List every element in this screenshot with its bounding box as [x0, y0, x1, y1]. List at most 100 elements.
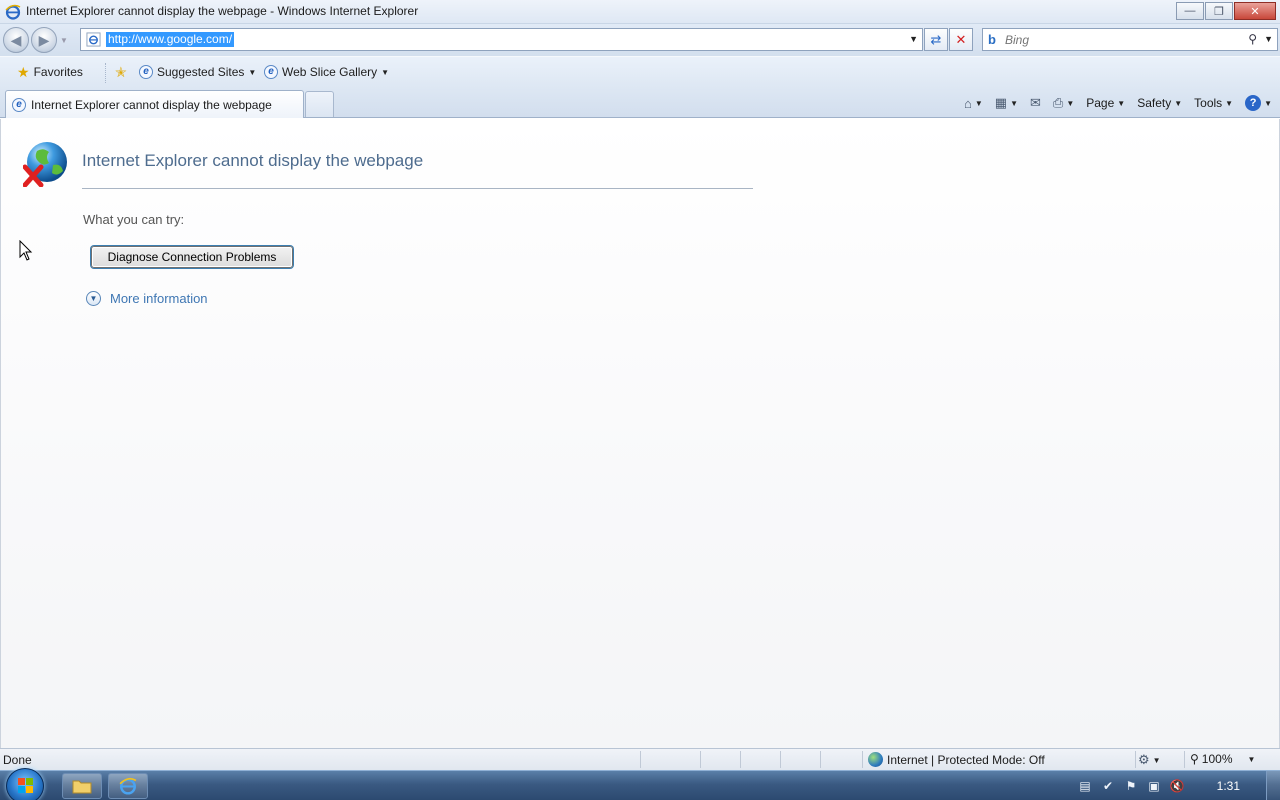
separator: [820, 751, 821, 768]
address-bar[interactable]: http://www.google.com/ ▼: [80, 28, 923, 51]
separator: [105, 63, 106, 83]
globe-error-icon: [23, 142, 67, 187]
separator: [780, 751, 781, 768]
recent-pages-dropdown[interactable]: ▼: [60, 36, 68, 45]
bing-icon: b: [988, 32, 996, 47]
minimize-icon[interactable]: —: [1176, 2, 1204, 20]
separator: [1184, 751, 1185, 768]
action-center-flag-icon[interactable]: ⚑: [1123, 778, 1139, 794]
mouse-pointer-icon: [19, 240, 33, 261]
more-information-label: More information: [110, 291, 208, 306]
feeds-button[interactable]: ▦ ▼: [995, 95, 1018, 111]
mail-button[interactable]: ✉: [1030, 95, 1041, 111]
safety-menu-label: Safety: [1137, 96, 1172, 110]
internet-zone-icon: [868, 752, 883, 767]
help-icon: ?: [1245, 95, 1262, 111]
search-box[interactable]: b ⚲ ▼: [982, 28, 1278, 51]
window-controls: — ❐ ✕: [1176, 2, 1276, 20]
chevron-down-icon: ▼: [248, 67, 257, 77]
windows-logo-icon: [18, 778, 33, 793]
forward-arrow-icon: ▶: [38, 31, 50, 48]
status-bar: Done Internet | Protected Mode: Off ⚙ ▼ …: [0, 748, 1280, 770]
address-url[interactable]: http://www.google.com/: [106, 32, 235, 47]
stop-icon: ✕: [955, 31, 967, 47]
show-desktop-button[interactable]: [1266, 771, 1280, 800]
tab-label: Internet Explorer cannot display the web…: [31, 97, 272, 112]
chevron-down-icon: ▼: [1117, 98, 1126, 108]
security-zone[interactable]: Internet | Protected Mode: Off: [868, 752, 1045, 767]
address-row: ◀ ▶ ▼ http://www.google.com/ ▼ ⇄ ✕ b ⚲ ▼: [0, 24, 1280, 56]
restore-icon[interactable]: ❐: [1205, 2, 1233, 20]
more-information-link[interactable]: ▼ More information: [86, 291, 208, 306]
command-bar: ⌂ ▼ ▦ ▼ ✉ ⎙ ▼ Page ▼ Safety ▼ Tools ▼ ? …: [952, 92, 1272, 114]
taskbar-explorer-button[interactable]: [62, 773, 102, 799]
window-title: Internet Explorer cannot display the web…: [26, 4, 419, 18]
protected-mode-button[interactable]: ⚙ ▼: [1138, 752, 1161, 768]
taskbar-ie-button[interactable]: [108, 773, 148, 799]
favorites-bar: ★ Favorites ✭ e Suggested Sites ▼ e Web …: [0, 56, 1280, 88]
print-button[interactable]: ⎙ ▼: [1053, 95, 1074, 111]
ie-page-icon: e: [139, 65, 153, 79]
what-you-can-try-label: What you can try:: [83, 212, 185, 227]
zoom-control[interactable]: ⚲ 100% ▼: [1190, 752, 1255, 766]
chevron-down-icon: ▼: [1152, 755, 1161, 765]
clock[interactable]: 1:31: [1217, 779, 1240, 793]
suggested-sites-label: Suggested Sites: [157, 65, 245, 79]
expand-chevron-icon: ▼: [86, 291, 101, 306]
volume-muted-icon[interactable]: 🔇: [1169, 778, 1185, 794]
forward-button[interactable]: ▶: [31, 27, 57, 53]
page-content: Internet Explorer cannot display the web…: [0, 119, 1280, 748]
chevron-down-icon: ▼: [381, 67, 390, 77]
add-to-favorites-button[interactable]: ✭: [115, 65, 127, 79]
search-input[interactable]: [1005, 31, 1235, 48]
security-zone-label: Internet | Protected Mode: Off: [887, 752, 1045, 767]
search-icon[interactable]: ⚲: [1248, 32, 1257, 46]
safety-menu[interactable]: Safety ▼: [1137, 96, 1182, 110]
separator: [740, 751, 741, 768]
search-options-icon[interactable]: ▼: [1264, 34, 1273, 44]
home-button[interactable]: ⌂ ▼: [964, 96, 983, 111]
back-arrow-icon: ◀: [10, 31, 22, 48]
ie-logo-icon: [5, 4, 21, 20]
suggested-sites-link[interactable]: e Suggested Sites ▼: [139, 65, 256, 79]
printer-icon: ⎙: [1052, 95, 1064, 110]
status-text: Done: [3, 753, 32, 767]
zoom-level: 100%: [1201, 752, 1233, 766]
tab-active[interactable]: e Internet Explorer cannot display the w…: [5, 90, 304, 118]
refresh-button[interactable]: ⇄: [924, 28, 948, 51]
rss-feed-icon: ▦: [994, 95, 1008, 110]
security-shield-icon[interactable]: ✔: [1100, 778, 1116, 794]
help-menu[interactable]: ? ▼: [1245, 95, 1272, 111]
page-menu[interactable]: Page ▼: [1086, 96, 1125, 110]
page-menu-label: Page: [1086, 96, 1115, 110]
chevron-down-icon: ▼: [1066, 98, 1075, 108]
chevron-down-icon: ▼: [974, 98, 983, 108]
separator: [700, 751, 701, 768]
mail-icon: ✉: [1030, 95, 1041, 110]
stop-button[interactable]: ✕: [949, 28, 973, 51]
favorites-label: Favorites: [33, 65, 83, 79]
separator: [862, 751, 863, 768]
system-tray: ▤ ✔ ⚑ ▣ 🔇: [1070, 771, 1280, 800]
magnifier-icon: ⚲: [1190, 752, 1199, 766]
web-slice-gallery-link[interactable]: e Web Slice Gallery ▼: [264, 65, 389, 79]
tools-menu[interactable]: Tools ▼: [1194, 96, 1233, 110]
page-title: Internet Explorer cannot display the web…: [82, 151, 424, 170]
settings-gear-icon: ⚙: [1138, 752, 1150, 767]
back-button[interactable]: ◀: [3, 27, 29, 53]
refresh-icon: ⇄: [930, 31, 942, 47]
folder-icon: [72, 780, 92, 794]
diagnose-connection-problems-button[interactable]: Diagnose Connection Problems: [91, 246, 293, 268]
taskbar: ▤ ✔ ⚑ ▣ 🔇 1:31: [0, 768, 1280, 800]
network-icon[interactable]: ▣: [1146, 778, 1162, 794]
document-icon[interactable]: ▤: [1077, 778, 1093, 794]
chevron-down-icon: ▼: [1174, 98, 1183, 108]
ie-logo-icon: [119, 777, 137, 795]
close-icon[interactable]: ✕: [1234, 2, 1276, 20]
address-dropdown-icon[interactable]: ▼: [909, 34, 918, 44]
start-button[interactable]: [6, 768, 44, 800]
chevron-down-icon: ▼: [1247, 754, 1256, 764]
favorites-button[interactable]: ★ Favorites: [17, 65, 83, 79]
new-tab-button[interactable]: [305, 91, 334, 117]
web-slice-gallery-label: Web Slice Gallery: [282, 65, 378, 79]
